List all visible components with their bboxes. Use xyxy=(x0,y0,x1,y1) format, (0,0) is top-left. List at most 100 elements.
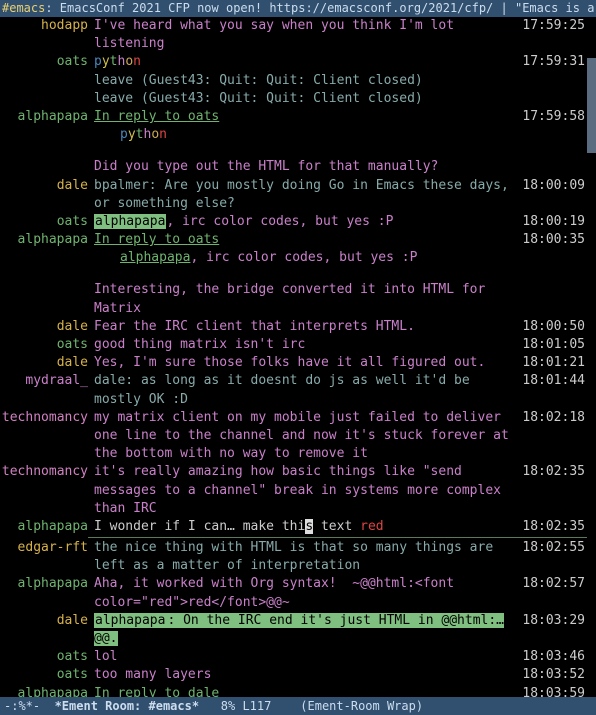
nick-label: dale xyxy=(0,354,94,372)
message-row: alphapapaIn reply to oats18:00:35 xyxy=(0,231,587,249)
message-row: mydraal_dale: as long as it doesnt do js… xyxy=(0,372,587,408)
nick-label: alphapapa xyxy=(0,231,94,249)
message-row: technomancyit's really amazing how basic… xyxy=(0,463,587,518)
message-body: leave (Guest43: Quit: Quit: Client close… xyxy=(94,72,517,90)
message-body: dale: as long as it doesnt do js as well… xyxy=(94,372,517,408)
message-text: leave (Guest43: Quit: Quit: Client close… xyxy=(94,73,423,88)
message-text: it's really amazing how basic things lik… xyxy=(94,464,509,515)
timestamp: 18:03:29 xyxy=(517,612,587,630)
message-body: alphapapa, irc color codes, but yes :P xyxy=(94,249,517,267)
timestamp: 18:00:50 xyxy=(517,318,587,336)
nick-label: alphapapa xyxy=(0,575,94,593)
message-row: oatstoo many layers 18:03:52 xyxy=(0,666,587,684)
topic-separator: | xyxy=(501,1,508,15)
message-body: I've heard what you say when you think I… xyxy=(94,17,517,53)
message-row: dalebpalmer: Are you mostly doing Go in … xyxy=(0,177,587,213)
message-body: lol xyxy=(94,648,517,666)
reply-link[interactable]: In reply to xyxy=(94,232,188,247)
message-text: Did you type out the HTML for that manua… xyxy=(94,159,438,174)
message-text: leave (Guest43: Quit: Quit: Client close… xyxy=(94,91,423,106)
python-colored-word: python xyxy=(94,127,167,142)
reply-link[interactable]: In reply to xyxy=(94,109,188,124)
nick-label: dale xyxy=(0,177,94,195)
message-row: daleYes, I'm sure those folks have it al… xyxy=(0,354,587,372)
message-body: my matrix client on my mobile just faile… xyxy=(94,409,517,464)
message-row: alphapapa, irc color codes, but yes :P xyxy=(0,249,587,267)
nick-label: technomancy xyxy=(0,409,94,427)
message-body: alphapapa, irc color codes, but yes :P xyxy=(94,213,517,231)
scrollbar-thumb[interactable] xyxy=(587,58,596,153)
message-row: edgar-rftthe nice thing with HTML is tha… xyxy=(0,539,587,575)
message-text: Fear the IRC client that interprets HTML… xyxy=(94,319,415,334)
message-text: I've heard what you say when you think I… xyxy=(94,18,454,51)
reply-link[interactable]: In reply to xyxy=(94,686,188,697)
message-text: Interesting, the bridge converted it int… xyxy=(94,282,485,315)
message-body: Fear the IRC client that interprets HTML… xyxy=(94,318,517,336)
nick-label: dale xyxy=(0,318,94,336)
message-body: python xyxy=(94,126,517,144)
nick-label: oats xyxy=(0,648,94,666)
message-text: alphapapa xyxy=(94,214,166,229)
message-row: oatsgood thing matrix isn't irc18:01:05 xyxy=(0,336,587,354)
message-row: alphapapaI wonder if I can… make this te… xyxy=(0,518,587,536)
message-body: it's really amazing how basic things lik… xyxy=(94,463,517,518)
reply-link[interactable]: dale xyxy=(188,686,219,697)
nick-label: oats xyxy=(0,666,94,684)
nick-label: alphapapa xyxy=(0,685,94,697)
message-area[interactable]: hodappI've heard what you say when you t… xyxy=(0,17,587,697)
timestamp: 17:59:31 xyxy=(517,53,587,71)
message-row: leave (Guest43: Quit: Quit: Client close… xyxy=(0,90,587,108)
reply-link[interactable]: oats xyxy=(188,232,219,247)
nick-label: alphapapa xyxy=(0,108,94,126)
message-row: technomancymy matrix client on my mobile… xyxy=(0,409,587,464)
message-text: the nice thing with HTML is that so many… xyxy=(94,540,501,573)
message-body: alphapapa: On the IRC end it's just HTML… xyxy=(94,612,517,648)
mode-line: -:%*- *Ement Room: #emacs* 8% L117 (Emen… xyxy=(0,697,596,715)
message-body: good thing matrix isn't irc xyxy=(94,336,517,354)
nick-label: oats xyxy=(0,53,94,71)
message-row: daleFear the IRC client that interprets … xyxy=(0,318,587,336)
message-row: dalealphapapa: On the IRC end it's just … xyxy=(0,612,587,648)
timestamp: 18:02:55 xyxy=(517,539,587,557)
message-row: Interesting, the bridge converted it int… xyxy=(0,281,587,317)
timestamp: 18:01:21 xyxy=(517,354,587,372)
message-row: oatsalphapapa, irc color codes, but yes … xyxy=(0,213,587,231)
timestamp: 18:02:57 xyxy=(517,575,587,593)
message-text: bpalmer: Are you mostly doing Go in Emac… xyxy=(94,178,517,211)
message-body: Yes, I'm sure those folks have it all fi… xyxy=(94,354,517,372)
timestamp: 18:02:35 xyxy=(517,463,587,481)
message-row: python xyxy=(0,126,587,144)
topic-text-b: "Emacs is a c xyxy=(508,1,596,15)
message-body: Interesting, the bridge converted it int… xyxy=(94,281,517,317)
separator-rule xyxy=(88,537,587,538)
blank-line xyxy=(0,267,587,281)
message-body: In reply to oats xyxy=(94,231,517,249)
reply-link[interactable]: oats xyxy=(188,109,219,124)
message-body: I wonder if I can… make this text red xyxy=(94,518,517,536)
message-text: too many layers xyxy=(94,667,211,682)
nick-label: edgar-rft xyxy=(0,539,94,557)
reply-link[interactable]: alphapapa xyxy=(94,250,190,265)
message-row: alphapapaIn reply to dale 18:03:59 xyxy=(0,685,587,697)
nick-label: mydraal_ xyxy=(0,372,94,390)
scrollbar[interactable] xyxy=(587,17,596,697)
message-text: Yes, I'm sure those folks have it all fi… xyxy=(94,355,485,370)
timestamp: 17:59:58 xyxy=(517,108,587,126)
timestamp: 18:03:59 xyxy=(517,685,587,697)
nick-label: oats xyxy=(0,213,94,231)
message-row: hodappI've heard what you say when you t… xyxy=(0,17,587,53)
message-body: the nice thing with HTML is that so many… xyxy=(94,539,517,575)
message-body: bpalmer: Are you mostly doing Go in Emac… xyxy=(94,177,517,213)
message-row: oatslol18:03:46 xyxy=(0,648,587,666)
timestamp: 18:03:46 xyxy=(517,648,587,666)
message-text: alphapapa xyxy=(94,613,166,628)
timestamp: 18:03:52 xyxy=(517,666,587,684)
message-body: leave (Guest43: Quit: Quit: Client close… xyxy=(94,90,517,108)
message-body: In reply to oats xyxy=(94,108,517,126)
message-text: , irc color codes, but yes :P xyxy=(190,250,417,265)
timestamp: 18:02:35 xyxy=(517,518,587,536)
message-text: s xyxy=(305,519,313,534)
message-row: oatspython17:59:31 xyxy=(0,53,587,71)
message-text: my matrix client on my mobile just faile… xyxy=(94,410,517,461)
message-body: python xyxy=(94,53,517,71)
